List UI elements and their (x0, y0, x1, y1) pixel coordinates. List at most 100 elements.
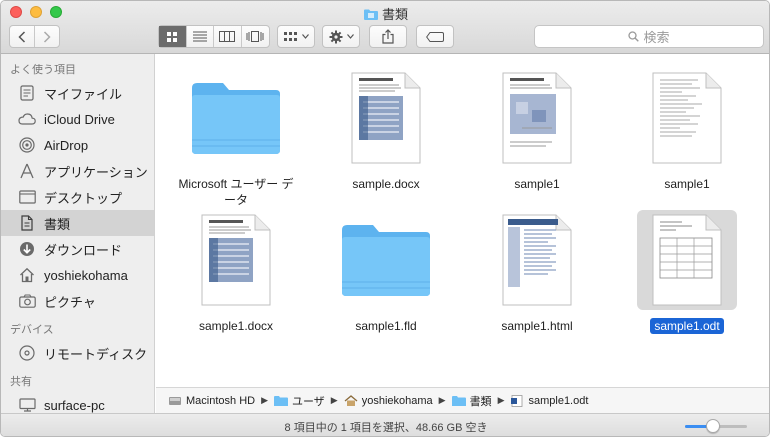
sidebar-item-label: iCloud Drive (44, 111, 115, 127)
forward-button[interactable] (35, 26, 59, 47)
chevron-right-icon: ▶ (438, 395, 446, 405)
sidebar-item-label: surface-pc (44, 397, 105, 413)
cover-flow-button[interactable] (242, 26, 269, 47)
file-icon-grid: Microsoft ユーザー データ sample.docx sample1 s… (156, 54, 769, 387)
share-button[interactable] (369, 25, 407, 48)
tag-button[interactable] (416, 25, 454, 48)
icon-size-slider[interactable] (685, 419, 747, 433)
chevron-right-icon: ▶ (330, 395, 338, 405)
sidebar-item-label: 書類 (44, 216, 71, 232)
all-my-files-icon (18, 84, 36, 102)
sidebar-item-downloads[interactable]: ダウンロード (1, 236, 154, 262)
file-name: sample1 (514, 177, 560, 191)
file-item[interactable]: sample.docx (311, 68, 461, 192)
gear-icon (329, 30, 342, 43)
file-name: sample1.html (501, 319, 573, 333)
icon-view-button[interactable] (159, 26, 187, 47)
sidebar-item-applications[interactable]: アプリケーション (1, 158, 154, 184)
file-name: sample1.odt (650, 318, 724, 334)
document-thumbnail-icon (487, 210, 587, 310)
column-view-button[interactable] (214, 26, 242, 47)
path-crumb[interactable]: sample1.odt (510, 395, 588, 407)
status-text: 8 項目中の 1 項目を選択、48.66 GB 空き (284, 422, 488, 434)
sidebar-item-all-my-files[interactable]: マイファイル (1, 80, 154, 106)
chevron-down-icon (301, 34, 309, 39)
file-name: sample1 (664, 177, 710, 191)
file-item[interactable]: sample1 (612, 68, 762, 192)
home-icon (18, 266, 36, 284)
chevron-left-icon (18, 30, 25, 43)
sidebar-item-label: ピクチャ (44, 294, 96, 310)
chevron-down-icon (346, 34, 354, 39)
path-bar: Macintosh HD ▶ ユーザ ▶ yoshiekohama ▶ 書類 ▶… (156, 387, 769, 413)
tag-icon (426, 31, 444, 42)
status-bar: 8 項目中の 1 項目を選択、48.66 GB 空き (1, 413, 769, 436)
folder-icon (274, 395, 288, 406)
path-crumb-label: ユーザ (292, 395, 325, 408)
sidebar-item-label: リモートディスク (44, 346, 148, 362)
path-crumb-label: Macintosh HD (186, 394, 256, 407)
view-mode-group (158, 25, 270, 48)
folder-icon (336, 210, 436, 310)
file-item[interactable]: sample1.fld (311, 210, 461, 334)
hard-drive-icon (169, 396, 181, 405)
path-crumb[interactable]: 書類 (451, 393, 492, 409)
sidebar-item-remote-disc[interactable]: リモートディスク (1, 340, 154, 366)
document-thumbnail-icon (336, 68, 436, 168)
sidebar-item-pictures[interactable]: ピクチャ (1, 288, 154, 314)
file-item[interactable]: sample1.odt (612, 210, 762, 334)
sidebar-item-documents[interactable]: 書類 (1, 210, 154, 236)
desktop-icon (18, 188, 36, 206)
path-crumb[interactable]: Macintosh HD (168, 395, 255, 407)
folder-icon (363, 9, 378, 20)
file-name: sample1.fld (355, 319, 417, 333)
path-crumb-label: sample1.odt (528, 394, 589, 407)
slider-knob[interactable] (705, 419, 720, 433)
list-view-icon (192, 31, 207, 42)
arrange-button[interactable] (277, 25, 315, 48)
airdrop-icon (18, 136, 36, 154)
documents-icon (18, 214, 36, 232)
path-crumb[interactable]: ユーザ (274, 393, 325, 409)
pc-icon (18, 396, 36, 414)
document-thumbnail-icon (637, 68, 737, 168)
sidebar-item-label: マイファイル (44, 86, 123, 102)
document-thumbnail-icon (186, 210, 286, 310)
file-item[interactable]: sample1 (462, 68, 612, 192)
file-name: sample.docx (352, 177, 420, 191)
share-icon (382, 29, 394, 44)
window-title-area: 書類 (1, 4, 769, 23)
sidebar: よく使う項目 マイファイル iCloud Drive AirDrop アプリケー… (1, 54, 155, 436)
list-view-button[interactable] (187, 26, 214, 47)
search-field[interactable]: 検索 (534, 25, 764, 48)
path-crumb[interactable]: yoshiekohama (344, 395, 433, 407)
title-bar: 書類 検索 (1, 1, 769, 54)
folder-icon (186, 68, 286, 168)
back-button[interactable] (10, 26, 35, 47)
disc-icon (18, 344, 36, 362)
sidebar-item-desktop[interactable]: デスクトップ (1, 184, 154, 210)
search-icon (628, 31, 640, 42)
cover-flow-icon (246, 31, 264, 42)
chevron-right-icon: ▶ (497, 395, 505, 405)
path-crumb-label: 書類 (469, 395, 492, 408)
sidebar-item-airdrop[interactable]: AirDrop (1, 132, 154, 158)
pictures-icon (18, 292, 36, 310)
icon-view-icon (167, 31, 178, 42)
downloads-icon (18, 240, 36, 258)
file-item[interactable]: sample1.docx (161, 210, 311, 334)
document-thumbnail-icon (487, 68, 587, 168)
search-placeholder: 検索 (643, 30, 670, 45)
path-crumb-label: yoshiekohama (361, 394, 433, 407)
sidebar-item-home[interactable]: yoshiekohama (1, 262, 154, 288)
file-item[interactable]: sample1.html (462, 210, 612, 334)
folder-icon (451, 395, 466, 406)
sidebar-item-icloud-drive[interactable]: iCloud Drive (1, 106, 154, 132)
sidebar-item-label: AirDrop (44, 137, 89, 153)
finder-window: 書類 検索 よく使う項目 マイファイル iCloud Drive AirDrop… (0, 0, 770, 437)
applications-icon (18, 162, 36, 180)
file-item[interactable]: Microsoft ユーザー データ (161, 68, 311, 208)
file-name-selected: sample1.odt (612, 318, 762, 334)
action-button[interactable] (322, 25, 360, 48)
file-name: sample1.docx (198, 319, 274, 333)
